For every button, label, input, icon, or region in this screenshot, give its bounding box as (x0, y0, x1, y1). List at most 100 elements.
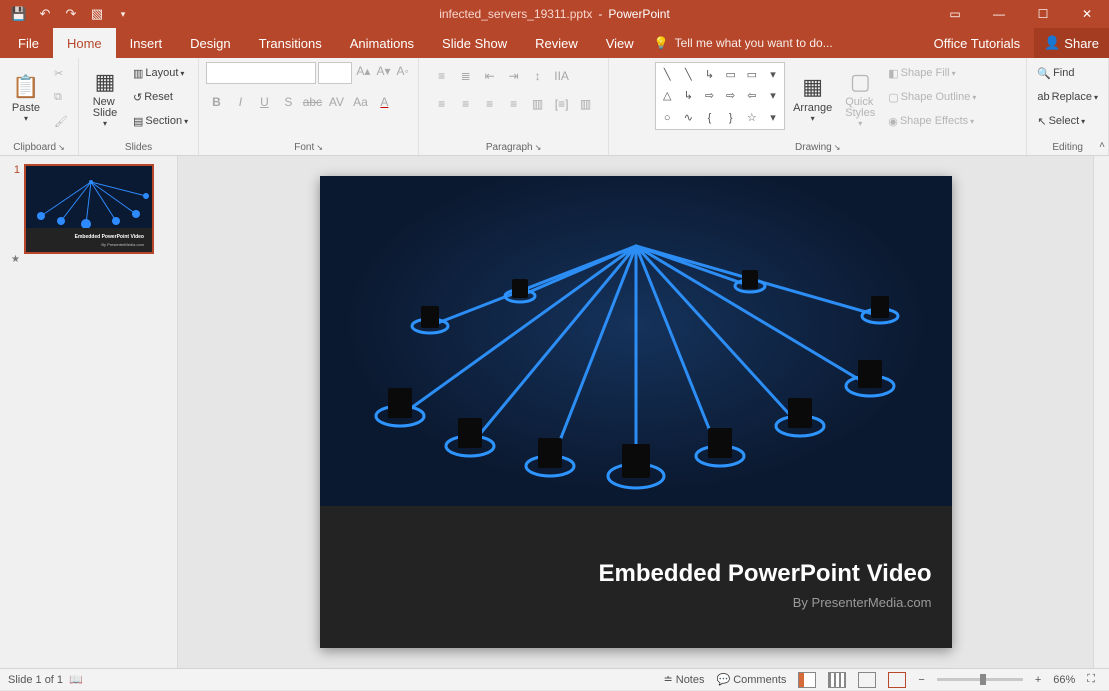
copy-button[interactable]: ⧉ (50, 86, 72, 108)
ribbon-display-options-icon[interactable]: ▭ (933, 0, 977, 28)
bold-button[interactable]: B (206, 92, 226, 112)
shape-line-icon[interactable]: ╲ (679, 65, 697, 84)
tab-design[interactable]: Design (176, 28, 244, 58)
qat-customize-icon[interactable]: ▾ (112, 3, 134, 25)
numbering-button[interactable]: ≣ (456, 66, 476, 86)
shape-brace-icon[interactable]: } (722, 108, 740, 127)
shape-star-icon[interactable]: ☆ (743, 108, 761, 127)
shape-arrow-icon[interactable]: ⇨ (722, 87, 740, 106)
slide-thumbnails-panel[interactable]: 1 Embedded PowerPoint Video By Presenter… (0, 156, 178, 668)
shapes-gallery[interactable]: ╲╲↳▭▭▾ △↳⇨⇨⇦▾ ○∿{}☆▾ (655, 62, 785, 130)
office-tutorials[interactable]: Office Tutorials (920, 28, 1034, 58)
slide-sorter-view-icon[interactable] (822, 669, 852, 691)
shape-arrow-icon[interactable]: ⇨ (700, 87, 718, 106)
shape-connector-icon[interactable]: ↳ (679, 87, 697, 106)
reading-view-icon[interactable] (852, 669, 882, 691)
line-spacing-button[interactable]: ↕ (528, 66, 548, 86)
format-painter-button[interactable]: 🖌 (50, 110, 72, 132)
dialog-launcher-icon[interactable]: ↘ (834, 143, 841, 152)
notes-button[interactable]: ≐ Notes (658, 669, 711, 691)
slide-canvas[interactable]: Embedded PowerPoint Video By PresenterMe… (320, 176, 952, 648)
section-button[interactable]: ▤Section▾ (129, 110, 192, 132)
shape-connector-icon[interactable]: ↳ (700, 65, 718, 84)
shape-line-icon[interactable]: ╲ (658, 65, 676, 84)
zoom-in-button[interactable]: + (1029, 669, 1047, 691)
shape-rect-icon[interactable]: ▭ (722, 65, 740, 84)
shape-more-icon[interactable]: ▾ (764, 87, 782, 106)
increase-font-icon[interactable]: A▴ (354, 62, 372, 84)
undo-icon[interactable]: ↶ (34, 3, 56, 25)
slide-editor[interactable]: Embedded PowerPoint Video By PresenterMe… (178, 156, 1093, 668)
shape-fill-button[interactable]: ◧Shape Fill▾ (884, 62, 980, 84)
slide-subtitle[interactable]: By PresenterMedia.com (793, 595, 932, 610)
dialog-launcher-icon[interactable]: ↘ (316, 143, 323, 152)
underline-button[interactable]: U (254, 92, 274, 112)
reset-button[interactable]: ↺Reset (129, 86, 192, 108)
zoom-level[interactable]: 66% (1047, 669, 1081, 691)
fit-to-window-icon[interactable]: ⛶ (1081, 669, 1101, 691)
tab-home[interactable]: Home (53, 28, 116, 58)
shape-oval-icon[interactable]: ○ (658, 108, 676, 127)
comments-button[interactable]: 💬 Comments (711, 669, 793, 691)
replace-button[interactable]: abReplace▾ (1033, 86, 1102, 108)
share-button[interactable]: 👤 Share (1034, 28, 1109, 58)
font-family-input[interactable] (206, 62, 316, 84)
shape-effects-button[interactable]: ◉Shape Effects▾ (884, 110, 980, 132)
change-case-button[interactable]: Aa (350, 92, 370, 112)
slideshow-view-icon[interactable] (882, 669, 912, 691)
increase-indent-button[interactable]: ⇥ (504, 66, 524, 86)
layout-button[interactable]: ▥Layout▾ (129, 62, 192, 84)
normal-view-icon[interactable] (792, 669, 822, 691)
slide-count[interactable]: Slide 1 of 1 (8, 674, 63, 686)
tab-animations[interactable]: Animations (336, 28, 428, 58)
shape-curve-icon[interactable]: ∿ (679, 108, 697, 127)
align-center-button[interactable]: ≡ (456, 94, 476, 114)
align-text-button[interactable]: [≡] (552, 94, 572, 114)
char-spacing-button[interactable]: AV (326, 92, 346, 112)
shape-arrow-icon[interactable]: ⇦ (743, 87, 761, 106)
align-right-button[interactable]: ≡ (480, 94, 500, 114)
new-slide-button[interactable]: ▦ New Slide ▾ (85, 62, 125, 134)
tab-insert[interactable]: Insert (116, 28, 177, 58)
tell-me-search[interactable]: 💡 Tell me what you want to do... (654, 36, 833, 50)
shape-more-icon[interactable]: ▾ (764, 108, 782, 127)
redo-icon[interactable]: ↷ (60, 3, 82, 25)
quick-styles-button[interactable]: ▢ Quick Styles▾ (840, 62, 880, 134)
shape-triangle-icon[interactable]: △ (658, 87, 676, 106)
decrease-font-icon[interactable]: A▾ (374, 62, 392, 84)
align-left-button[interactable]: ≡ (432, 94, 452, 114)
spell-check-icon[interactable]: 📖 (63, 669, 89, 691)
dialog-launcher-icon[interactable]: ↘ (58, 143, 65, 152)
select-button[interactable]: ↖Select▾ (1033, 110, 1102, 132)
shape-outline-button[interactable]: ▢Shape Outline▾ (884, 86, 980, 108)
justify-button[interactable]: ≡ (504, 94, 524, 114)
paste-button[interactable]: 📋 Paste ▾ (6, 62, 46, 134)
convert-smartart-button[interactable]: ▥ (576, 94, 596, 114)
text-direction-button[interactable]: IIA (552, 66, 572, 86)
zoom-out-button[interactable]: − (912, 669, 930, 691)
collapse-ribbon-icon[interactable]: ˄ (1099, 140, 1105, 151)
tab-view[interactable]: View (592, 28, 648, 58)
dialog-launcher-icon[interactable]: ↘ (535, 143, 542, 152)
arrange-button[interactable]: ▦ Arrange▾ (789, 62, 836, 134)
shape-brace-icon[interactable]: { (700, 108, 718, 127)
slide-title[interactable]: Embedded PowerPoint Video (599, 560, 932, 588)
bullets-button[interactable]: ≡ (432, 66, 452, 86)
slide-thumbnail-1[interactable]: Embedded PowerPoint Video By PresenterMe… (24, 164, 154, 254)
clear-formatting-icon[interactable]: A◦ (394, 62, 410, 84)
start-from-beginning-icon[interactable]: ▧ (86, 3, 108, 25)
zoom-slider[interactable] (937, 678, 1023, 681)
animation-star-icon[interactable]: ★ (6, 254, 20, 265)
shadow-button[interactable]: S (278, 92, 298, 112)
shape-more-icon[interactable]: ▾ (764, 65, 782, 84)
strikethrough-button[interactable]: abc (302, 92, 322, 112)
vertical-scrollbar[interactable] (1093, 156, 1109, 668)
font-size-input[interactable] (318, 62, 352, 84)
tab-transitions[interactable]: Transitions (245, 28, 336, 58)
columns-button[interactable]: ▥ (528, 94, 548, 114)
tab-review[interactable]: Review (521, 28, 592, 58)
maximize-button[interactable]: ☐ (1021, 0, 1065, 28)
cut-button[interactable]: ✂ (50, 62, 72, 84)
italic-button[interactable]: I (230, 92, 250, 112)
tab-file[interactable]: File (4, 28, 53, 58)
